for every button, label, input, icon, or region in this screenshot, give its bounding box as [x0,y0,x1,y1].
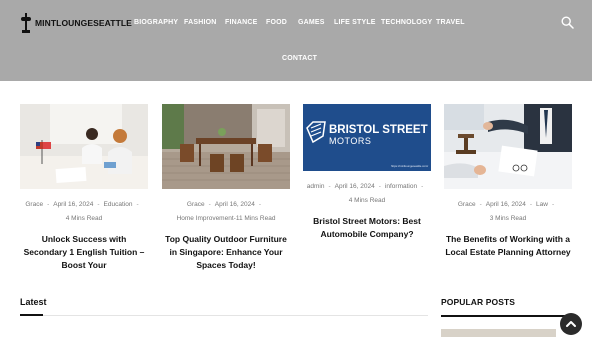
article-card[interactable]: Grace - April 16, 2024- Education - 4 Mins R… [20,104,148,272]
popular-post-thumbnail[interactable] [441,329,556,337]
read-time: 11 Mins Read [235,215,276,222]
bristol-line2: MOTORS [329,136,371,146]
article-card[interactable]: Grace - April 16, 2024- Law - 3 Mins Read Th… [444,104,572,259]
article-thumbnail[interactable] [20,104,148,189]
article-category[interactable]: Law [536,201,548,208]
article-author[interactable]: admin [307,183,325,190]
nav-item-fashion[interactable]: FASHION [184,19,217,26]
site-header: MINTLOUNGESEATTLE BIOGRAPHY FASHION FINA… [0,0,592,81]
article-meta-secondary: Home Improvement-11 Mins Read [176,215,276,222]
article-meta: Grace - April 16, 2024- Education - [25,201,139,208]
main-nav: BIOGRAPHY FASHION FINANCE FOOD GAMES LIF… [0,19,592,29]
latest-heading: Latest [20,297,47,307]
article-thumbnail[interactable] [162,104,290,189]
article-date: April 16, 2024 [214,201,255,208]
article-title[interactable]: Bristol Street Motors: Best Automobile C… [303,215,431,241]
bristol-line1: BRISTOL STREET [329,124,428,136]
nav-item-contact[interactable]: CONTACT [282,55,317,62]
bristol-url: https://mintloungeseattle.com/ [391,164,428,168]
scroll-to-top-button[interactable] [560,313,582,335]
article-thumbnail[interactable] [444,104,572,189]
read-time: 4 Mins Read [65,215,103,222]
nav-item-biography[interactable]: BIOGRAPHY [134,19,178,26]
article-meta: Grace - April 16, 2024- [186,201,262,208]
article-card[interactable]: Grace - April 16, 2024- Home Improvement-1… [162,104,290,272]
article-title[interactable]: Unlock Success with Secondary 1 English … [20,233,148,272]
article-thumbnail[interactable]: BRISTOL STREET MOTORS https://mintlounge… [303,104,431,171]
nav-item-food[interactable]: FOOD [266,19,287,26]
article-title[interactable]: Top Quality Outdoor Furniture in Singapo… [162,233,290,272]
latest-divider [20,315,428,316]
read-time: 4 Mins Read [348,197,386,204]
read-time: 3 Mins Read [489,215,527,222]
search-icon[interactable] [561,16,574,29]
chevron-up-icon [566,321,576,327]
article-date: April 16, 2024 [485,201,526,208]
nav-item-lifestyle[interactable]: LIFE STYLE [334,19,376,26]
popular-posts-heading: POPULAR POSTS [441,297,516,307]
article-date: April 16, 2024 [334,183,375,190]
latest-accent [20,314,43,316]
nav-item-finance[interactable]: FINANCE [225,19,258,26]
nav-item-travel[interactable]: TRAVEL [436,19,465,26]
nav-item-games[interactable]: GAMES [298,19,325,26]
article-category[interactable]: information [385,183,417,190]
article-title[interactable]: The Benefits of Working with a Local Est… [444,233,572,259]
nav-item-technology[interactable]: TECHNOLOGY [381,19,432,26]
article-card[interactable]: BRISTOL STREET MOTORS https://mintlounge… [303,104,431,241]
article-author[interactable]: Grace [458,201,476,208]
article-date: April 16, 2024 [53,201,94,208]
popular-divider [441,315,572,317]
article-meta: Grace - April 16, 2024- Law - [457,201,555,208]
article-author[interactable]: Grace [25,201,43,208]
article-category[interactable]: Home Improvement [177,215,234,222]
article-meta: admin - April 16, 2024- information - [306,183,424,190]
article-category[interactable]: Education [104,201,133,208]
article-author[interactable]: Grace [187,201,205,208]
